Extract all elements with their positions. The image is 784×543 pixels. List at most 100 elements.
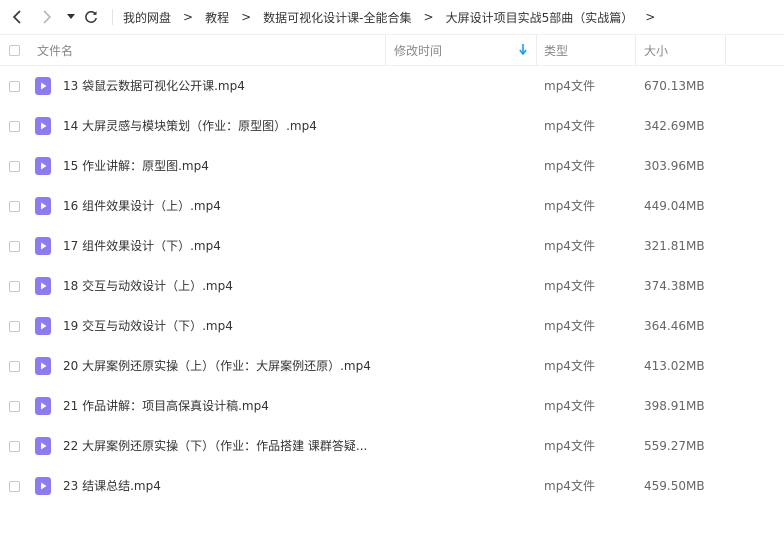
column-header-modified[interactable]: 修改时间 — [394, 35, 442, 65]
back-button[interactable] — [8, 6, 26, 28]
breadcrumb-separator: > — [241, 10, 252, 24]
file-size: 321.81MB — [644, 239, 705, 253]
file-row[interactable]: 15 作业讲解：原型图.mp4 mp4文件 303.96MB — [0, 146, 784, 186]
history-dropdown-button[interactable] — [64, 6, 78, 28]
row-checkbox[interactable] — [9, 401, 20, 412]
file-type: mp4文件 — [544, 199, 595, 213]
file-size: 364.46MB — [644, 319, 705, 333]
video-file-icon — [35, 77, 51, 95]
row-checkbox[interactable] — [9, 161, 20, 172]
row-checkbox[interactable] — [9, 481, 20, 492]
column-divider[interactable] — [635, 35, 636, 65]
row-checkbox[interactable] — [9, 321, 20, 332]
file-row[interactable]: 21 作品讲解：项目高保真设计稿.mp4 mp4文件 398.91MB — [0, 386, 784, 426]
file-name[interactable]: 16 组件效果设计（上）.mp4 — [63, 186, 221, 226]
refresh-icon — [85, 11, 97, 23]
breadcrumb: 我的网盘 > 教程 > 数据可视化设计课-全能合集 > 大屏设计项目实战5部曲（… — [123, 0, 667, 34]
arrow-down-icon — [519, 44, 527, 56]
file-name[interactable]: 13 袋鼠云数据可视化公开课.mp4 — [63, 66, 245, 106]
file-size: 413.02MB — [644, 359, 705, 373]
breadcrumb-item-tutorial[interactable]: 教程 — [205, 9, 229, 26]
row-checkbox[interactable] — [9, 201, 20, 212]
navigation-bar: 我的网盘 > 教程 > 数据可视化设计课-全能合集 > 大屏设计项目实战5部曲（… — [0, 0, 784, 34]
file-name[interactable]: 15 作业讲解：原型图.mp4 — [63, 146, 209, 186]
chevron-right-icon — [43, 10, 52, 24]
video-file-icon — [35, 397, 51, 415]
chevron-left-icon — [12, 10, 21, 24]
file-size: 459.50MB — [644, 479, 705, 493]
sort-descending-button[interactable] — [519, 44, 527, 58]
column-divider[interactable] — [725, 35, 726, 65]
file-row[interactable]: 22 大屏案例还原实操（下）（作业：作品搭建 课群答疑... mp4文件 559… — [0, 426, 784, 466]
video-file-icon — [35, 277, 51, 295]
file-name[interactable]: 14 大屏灵感与模块策划（作业：原型图）.mp4 — [63, 106, 317, 146]
file-row[interactable]: 20 大屏案例还原实操（上）（作业：大屏案例还原）.mp4 mp4文件 413.… — [0, 346, 784, 386]
video-file-icon — [35, 117, 51, 135]
column-header-name[interactable]: 文件名 — [37, 35, 73, 65]
video-file-icon — [35, 477, 51, 495]
file-name[interactable]: 18 交互与动效设计（上）.mp4 — [63, 266, 233, 306]
forward-button[interactable] — [38, 6, 56, 28]
file-name[interactable]: 22 大屏案例还原实操（下）（作业：作品搭建 课群答疑... — [63, 426, 367, 466]
video-file-icon — [35, 157, 51, 175]
file-row[interactable]: 18 交互与动效设计（上）.mp4 mp4文件 374.38MB — [0, 266, 784, 306]
file-type: mp4文件 — [544, 79, 595, 93]
video-file-icon — [35, 437, 51, 455]
column-header-size[interactable]: 大小 — [644, 35, 668, 65]
file-row[interactable]: 14 大屏灵感与模块策划（作业：原型图）.mp4 mp4文件 342.69MB — [0, 106, 784, 146]
video-file-icon — [35, 197, 51, 215]
file-size: 670.13MB — [644, 79, 705, 93]
refresh-button[interactable] — [82, 6, 100, 28]
breadcrumb-item-current[interactable]: 大屏设计项目实战5部曲（实战篇） — [446, 9, 634, 26]
file-type: mp4文件 — [544, 399, 595, 413]
column-header-type[interactable]: 类型 — [544, 35, 568, 65]
breadcrumb-item-course[interactable]: 数据可视化设计课-全能合集 — [263, 9, 411, 26]
file-type: mp4文件 — [544, 239, 595, 253]
column-divider[interactable] — [385, 35, 386, 65]
file-type: mp4文件 — [544, 119, 595, 133]
file-row[interactable]: 19 交互与动效设计（下）.mp4 mp4文件 364.46MB — [0, 306, 784, 346]
row-checkbox[interactable] — [9, 441, 20, 452]
video-file-icon — [35, 237, 51, 255]
video-file-icon — [35, 357, 51, 375]
file-name[interactable]: 21 作品讲解：项目高保真设计稿.mp4 — [63, 386, 269, 426]
video-file-icon — [35, 317, 51, 335]
file-type: mp4文件 — [544, 439, 595, 453]
row-checkbox[interactable] — [9, 81, 20, 92]
row-checkbox[interactable] — [9, 241, 20, 252]
row-checkbox[interactable] — [9, 121, 20, 132]
file-size: 449.04MB — [644, 199, 705, 213]
file-name[interactable]: 20 大屏案例还原实操（上）（作业：大屏案例还原）.mp4 — [63, 346, 371, 386]
file-list: 13 袋鼠云数据可视化公开课.mp4 mp4文件 670.13MB 14 大屏灵… — [0, 66, 784, 506]
file-row[interactable]: 13 袋鼠云数据可视化公开课.mp4 mp4文件 670.13MB — [0, 66, 784, 106]
file-row[interactable]: 23 结课总结.mp4 mp4文件 459.50MB — [0, 466, 784, 506]
file-size: 374.38MB — [644, 279, 705, 293]
breadcrumb-item-root[interactable]: 我的网盘 — [123, 9, 171, 26]
column-divider[interactable] — [536, 35, 537, 65]
file-name[interactable]: 17 组件效果设计（下）.mp4 — [63, 226, 221, 266]
row-checkbox[interactable] — [9, 361, 20, 372]
file-size: 342.69MB — [644, 119, 705, 133]
select-all-checkbox[interactable] — [9, 44, 20, 56]
file-name[interactable]: 19 交互与动效设计（下）.mp4 — [63, 306, 233, 346]
file-browser: 我的网盘 > 教程 > 数据可视化设计课-全能合集 > 大屏设计项目实战5部曲（… — [0, 0, 784, 543]
file-type: mp4文件 — [544, 479, 595, 493]
nav-divider — [112, 9, 113, 25]
caret-down-icon — [67, 14, 75, 19]
file-type: mp4文件 — [544, 359, 595, 373]
file-type: mp4文件 — [544, 319, 595, 333]
file-name[interactable]: 23 结课总结.mp4 — [63, 466, 161, 506]
select-all-cell — [9, 35, 20, 65]
file-size: 559.27MB — [644, 439, 705, 453]
file-list-header: 文件名 修改时间 类型 大小 — [0, 34, 784, 66]
row-checkbox[interactable] — [9, 281, 20, 292]
breadcrumb-separator: > — [645, 10, 656, 24]
breadcrumb-separator: > — [183, 10, 194, 24]
file-size: 398.91MB — [644, 399, 705, 413]
breadcrumb-separator: > — [423, 10, 434, 24]
file-row[interactable]: 16 组件效果设计（上）.mp4 mp4文件 449.04MB — [0, 186, 784, 226]
file-size: 303.96MB — [644, 159, 705, 173]
file-type: mp4文件 — [544, 159, 595, 173]
file-type: mp4文件 — [544, 279, 595, 293]
file-row[interactable]: 17 组件效果设计（下）.mp4 mp4文件 321.81MB — [0, 226, 784, 266]
